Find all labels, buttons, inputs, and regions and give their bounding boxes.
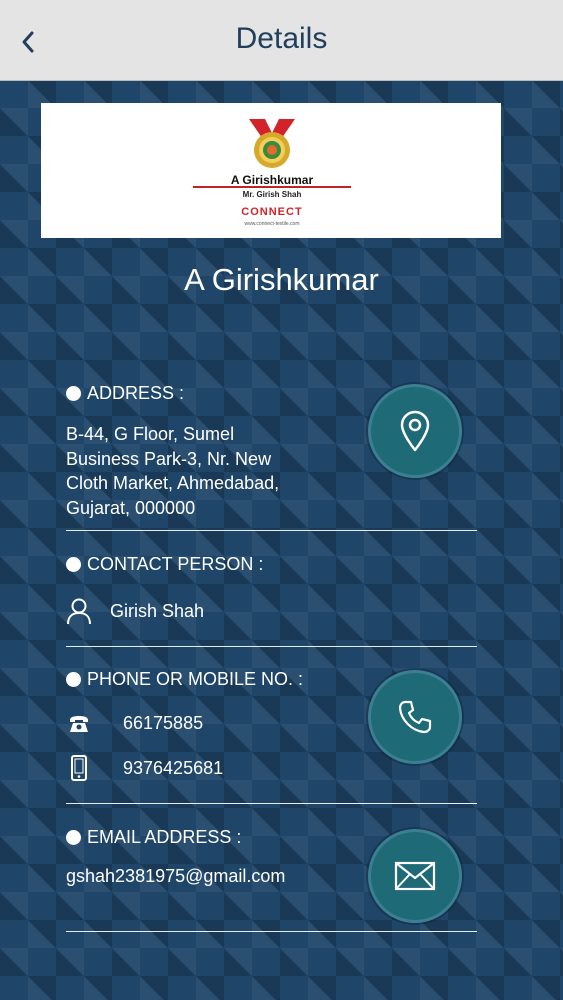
landline-number[interactable]: 66175885: [123, 713, 203, 734]
map-location-button[interactable]: [368, 384, 462, 478]
bullet-icon: [66, 386, 81, 401]
contact-person-name: Girish Shah: [110, 600, 205, 621]
contact-person-row: Girish Shah: [66, 597, 204, 625]
navigation-bar: Details: [0, 0, 563, 81]
page-title: Details: [235, 22, 328, 55]
mobile-row: 9376425681: [70, 755, 223, 781]
contact-heading: CONTACT PERSON :: [66, 554, 477, 575]
logo-connect-text: CONNECT: [241, 206, 302, 218]
email-button[interactable]: [368, 829, 462, 923]
mobile-number[interactable]: 9376425681: [123, 758, 223, 779]
contact-section: CONTACT PERSON :: [66, 554, 477, 575]
logo-website: www.connect-textile.com: [244, 221, 299, 227]
divider: [66, 530, 477, 531]
bullet-icon: [66, 557, 81, 572]
logo-brand-name: A Girishkumar: [231, 173, 314, 187]
envelope-icon: [394, 861, 436, 891]
logo-graphic: A Girishkumar Mr. Girish Shah CONNECT ww…: [193, 119, 351, 227]
mobile-phone-icon: [71, 755, 87, 781]
telephone-icon: [70, 715, 88, 732]
person-icon: [67, 598, 91, 625]
company-logo: A Girishkumar Mr. Girish Shah CONNECT ww…: [41, 103, 501, 238]
landline-row: 66175885: [68, 713, 203, 734]
location-pin-icon: [400, 410, 430, 452]
phone-icon: [398, 700, 432, 734]
bullet-icon: [66, 672, 81, 687]
divider: [66, 931, 477, 932]
company-name: A Girishkumar: [184, 262, 379, 297]
call-button[interactable]: [368, 670, 462, 764]
divider: [66, 803, 477, 804]
divider: [66, 646, 477, 647]
bullet-icon: [66, 830, 81, 845]
logo-owner-line: Mr. Girish Shah: [243, 190, 302, 199]
